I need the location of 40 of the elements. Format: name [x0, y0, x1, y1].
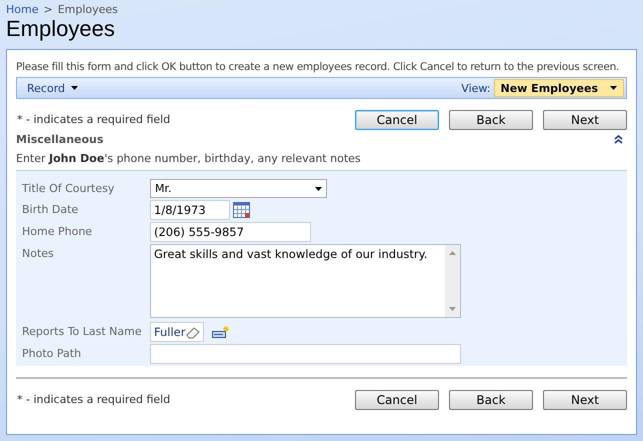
section-title: Miscellaneous [16, 133, 104, 146]
text-field[interactable] [150, 344, 461, 364]
scroll-down-icon[interactable] [449, 307, 456, 311]
record-menu[interactable]: Record [17, 82, 78, 94]
caret-icon [71, 86, 78, 90]
calendar-icon[interactable] [233, 202, 250, 218]
caret-icon [315, 186, 322, 190]
section-description: Enter John Doe's phone number, birthday, any relevant notes [16, 152, 362, 165]
field-label: Photo Path [22, 346, 82, 360]
scroll-up-icon[interactable] [449, 251, 456, 255]
breadcrumb-separator: > [43, 3, 53, 16]
view-dropdown[interactable]: New Employees [494, 79, 624, 97]
cancel-button[interactable]: Cancel [355, 390, 439, 410]
cancel-button[interactable]: Cancel [355, 110, 439, 130]
field-label: Reports To Last Name [22, 324, 143, 338]
field-label: Home Phone [22, 224, 94, 238]
caret-icon [610, 86, 617, 90]
required-note: * - indicates a required field [16, 113, 170, 126]
breadcrumb-link[interactable]: Home [6, 3, 38, 16]
notes-field[interactable]: Great skills and vast knowledge of our industry. [150, 244, 461, 318]
text-field[interactable]: (206) 555-9857 [150, 222, 311, 242]
new-item-icon[interactable] [212, 326, 230, 338]
breadcrumb-current: Employees [58, 3, 118, 16]
page-title: Employees [6, 16, 116, 42]
required-note: * - indicates a required field [16, 393, 170, 406]
field-label: Notes [22, 246, 55, 260]
date-field[interactable]: 1/8/1973 [150, 200, 230, 220]
field-label: Title Of Courtesy [22, 181, 116, 195]
eraser-icon[interactable] [186, 326, 202, 338]
back-button[interactable]: Back [449, 110, 533, 130]
scrollbar[interactable] [445, 245, 460, 317]
title-dropdown[interactable]: Mr. [150, 179, 327, 198]
field-label: Birth Date [22, 202, 80, 216]
collapse-icon[interactable] [614, 135, 623, 144]
lookup-field[interactable]: Fuller [150, 322, 204, 342]
next-button[interactable]: Next [543, 390, 627, 410]
view-label: View: [461, 82, 491, 94]
instructions-text: Please fill this form and click OK button to create a new employees record. Click Cancel to return to the previous screen. [16, 61, 620, 73]
back-button[interactable]: Back [449, 390, 533, 410]
next-button[interactable]: Next [543, 110, 627, 130]
